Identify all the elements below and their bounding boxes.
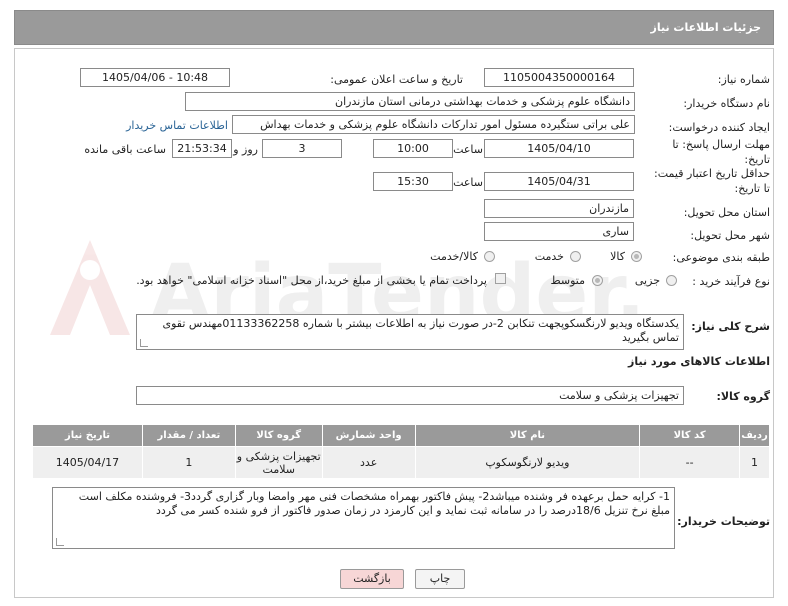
reply-time-label: ساعت bbox=[453, 143, 483, 156]
reply-days-label: روز و bbox=[233, 143, 258, 156]
table-row: 1 -- ویدیو لارنگوسکوپ عدد تجهیزات پزشکی … bbox=[32, 446, 770, 479]
process-minor-radio[interactable] bbox=[666, 275, 677, 286]
cell-unit: عدد bbox=[321, 446, 416, 479]
need-number-label: شماره نیاز: bbox=[717, 73, 770, 86]
process-type-label: نوع فرآیند خرید : bbox=[692, 275, 770, 288]
cell-need-date: 1405/04/17 bbox=[32, 446, 143, 479]
back-button[interactable]: بازگشت bbox=[340, 569, 404, 589]
remaining-time-field: 21:53:34 bbox=[172, 139, 232, 158]
cell-goods-name: ویدیو لارنگوسکوپ bbox=[414, 446, 641, 479]
reply-days-field: 3 bbox=[262, 139, 342, 158]
remaining-time-label: ساعت باقی مانده bbox=[84, 143, 166, 156]
description-text: یکدستگاه ویدیو لارنگسکوپجهت تنکابن 2-در … bbox=[162, 317, 679, 344]
requester-label: ایجاد کننده درخواست: bbox=[668, 121, 770, 134]
price-validity-time-label: ساعت bbox=[453, 176, 483, 189]
description-label: شرح کلی نیاز: bbox=[691, 320, 770, 333]
delivery-city-field: ساری bbox=[484, 222, 634, 241]
category-goods-label: کالا bbox=[610, 250, 625, 263]
col-header-name: نام کالا bbox=[414, 424, 641, 447]
delivery-city-label: شهر محل تحویل: bbox=[690, 229, 770, 242]
delivery-province-label: استان محل تحویل: bbox=[683, 206, 770, 219]
treasury-payment-note: پرداخت تمام یا بخشی از مبلغ خرید،از محل … bbox=[136, 274, 487, 287]
reply-deadline-date: 1405/04/10 bbox=[484, 139, 634, 158]
cell-row-number: 1 bbox=[739, 446, 770, 479]
category-service-radio[interactable] bbox=[570, 251, 581, 262]
page-header: جزئیات اطلاعات نیاز bbox=[14, 10, 774, 45]
process-medium-label: متوسط bbox=[550, 274, 585, 287]
buyer-org-field: دانشگاه علوم پزشکی و خدمات بهداشتی درمان… bbox=[185, 92, 635, 111]
col-header-group: گروه کالا bbox=[234, 424, 323, 447]
goods-group-field: تجهیزات پزشکی و سلامت bbox=[136, 386, 684, 405]
cell-goods-group: تجهیزات پزشکی و سلامت bbox=[234, 446, 323, 479]
delivery-province-field: مازندران bbox=[484, 199, 634, 218]
print-button[interactable]: چاپ bbox=[415, 569, 465, 589]
resize-grip-icon[interactable] bbox=[140, 339, 148, 347]
col-header-quantity: تعداد / مقدار bbox=[141, 424, 236, 447]
category-service-label: خدمت bbox=[534, 250, 564, 263]
col-header-code: کد کالا bbox=[639, 424, 741, 447]
reply-deadline-label: مهلت ارسال پاسخ: تا تاریخ: bbox=[672, 138, 770, 166]
process-minor-label: جزیی bbox=[634, 274, 660, 287]
need-number-field: 1105004350000164 bbox=[484, 68, 634, 87]
buyer-notes-field: 1- کرایه حمل برعهده فر وشنده میباشد2- پی… bbox=[52, 487, 675, 549]
announce-datetime-field: 1405/04/06 - 10:48 bbox=[80, 68, 230, 87]
cell-goods-code: -- bbox=[639, 446, 741, 479]
treasury-payment-checkbox[interactable] bbox=[495, 273, 506, 284]
process-medium-radio[interactable] bbox=[592, 275, 603, 286]
page-title: جزئیات اطلاعات نیاز bbox=[650, 21, 762, 34]
buyer-notes-label: توضیحات خریدار: bbox=[677, 515, 770, 528]
price-validity-time: 15:30 bbox=[373, 172, 453, 191]
cell-quantity: 1 bbox=[141, 446, 236, 479]
category-goods-radio[interactable] bbox=[631, 251, 642, 262]
col-header-row: ردیف bbox=[739, 424, 770, 447]
category-goods-service-label: کالا/خدمت bbox=[430, 250, 478, 263]
reply-deadline-time: 10:00 bbox=[373, 139, 453, 158]
buyer-contact-link[interactable]: اطلاعات تماس خریدار bbox=[126, 119, 228, 132]
goods-section-title: اطلاعات کالاهای مورد نیاز bbox=[628, 355, 770, 368]
col-header-unit: واحد شمارش bbox=[321, 424, 416, 447]
price-validity-date: 1405/04/31 bbox=[484, 172, 634, 191]
announce-datetime-label: تاریخ و ساعت اعلان عمومی: bbox=[330, 73, 463, 86]
category-label: طبقه بندی موضوعی: bbox=[672, 251, 770, 264]
goods-group-label: گروه کالا: bbox=[716, 390, 770, 403]
category-goods-service-radio[interactable] bbox=[484, 251, 495, 262]
requester-field: علی براتی ستگیرده مسئول امور تدارکات دان… bbox=[232, 115, 635, 134]
description-field: یکدستگاه ویدیو لارنگسکوپجهت تنکابن 2-در … bbox=[136, 314, 684, 350]
table-header-row: ردیف کد کالا نام کالا واحد شمارش گروه کا… bbox=[32, 424, 770, 447]
price-validity-label: حداقل تاریخ اعتبار قیمت: تا تاریخ: bbox=[654, 167, 770, 195]
resize-grip-icon[interactable] bbox=[56, 538, 64, 546]
buyer-notes-text: 1- کرایه حمل برعهده فر وشنده میباشد2- پی… bbox=[78, 490, 670, 517]
items-table: ردیف کد کالا نام کالا واحد شمارش گروه کا… bbox=[32, 424, 770, 479]
buyer-org-label: نام دستگاه خریدار: bbox=[683, 97, 770, 110]
col-header-need-date: تاریخ نیاز bbox=[32, 424, 143, 447]
